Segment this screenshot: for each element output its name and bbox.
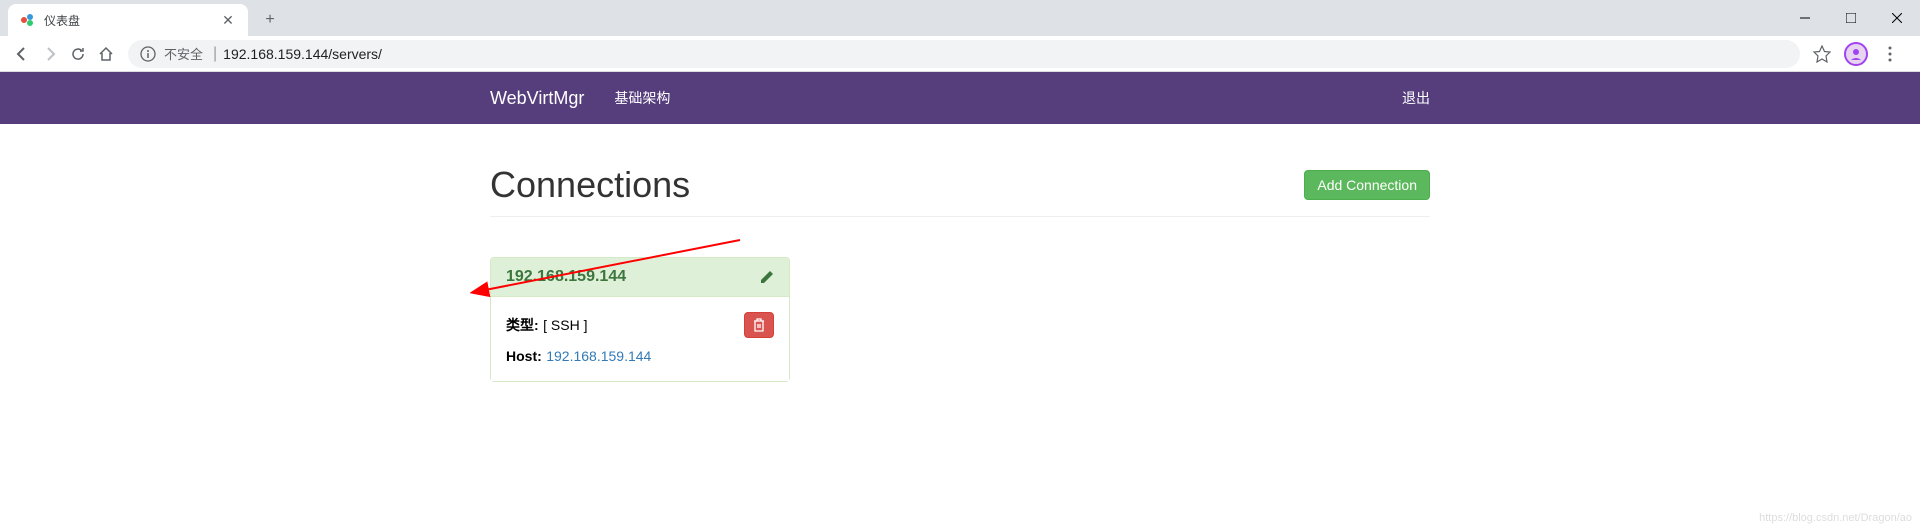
brand-logo[interactable]: WebVirtMgr	[475, 88, 599, 109]
tab-title: 仪表盘	[44, 12, 220, 29]
forward-button[interactable]	[36, 40, 64, 68]
tab-close-icon[interactable]: ✕	[220, 12, 236, 28]
nav-logout[interactable]: 退出	[1387, 88, 1445, 108]
connection-host-row: Host: 192.168.159.144	[506, 348, 774, 366]
address-bar[interactable]: 不安全 | 192.168.159.144/servers/	[128, 40, 1800, 68]
browser-toolbar: 不安全 | 192.168.159.144/servers/	[0, 36, 1920, 72]
minimize-icon[interactable]	[1782, 3, 1828, 33]
watermark: https://blog.csdn.net/Dragon/ao	[1759, 512, 1912, 524]
address-url: 192.168.159.144/servers/	[223, 46, 382, 62]
page-title: Connections	[490, 164, 690, 206]
main-container: Connections Add Connection 192.168.159.1…	[475, 124, 1445, 382]
app-navbar: WebVirtMgr 基础架构 退出	[0, 72, 1920, 124]
profile-avatar[interactable]	[1844, 42, 1868, 66]
home-button[interactable]	[92, 40, 120, 68]
connection-type-row: 类型: [ SSH ]	[506, 312, 774, 338]
info-icon	[140, 46, 156, 62]
type-value: [ SSH ]	[543, 317, 587, 333]
host-label: Host:	[506, 348, 542, 364]
nav-infrastructure[interactable]: 基础架构	[599, 88, 685, 108]
host-value[interactable]: 192.168.159.144	[546, 348, 651, 364]
browser-tab[interactable]: 仪表盘 ✕	[8, 4, 248, 36]
connection-panel-body: 类型: [ SSH ] Host: 192.168.159.144	[491, 297, 789, 381]
insecure-label: 不安全	[164, 44, 203, 63]
address-separator: |	[213, 45, 217, 63]
delete-button[interactable]	[744, 312, 774, 338]
add-connection-button[interactable]: Add Connection	[1304, 170, 1430, 200]
browser-tab-bar: 仪表盘 ✕ +	[0, 0, 1920, 36]
edit-icon[interactable]	[760, 270, 774, 284]
close-window-icon[interactable]	[1874, 3, 1920, 33]
tab-favicon-icon	[20, 12, 36, 28]
type-label: 类型:	[506, 317, 539, 333]
window-controls	[1782, 0, 1920, 36]
new-tab-button[interactable]: +	[256, 6, 284, 34]
maximize-icon[interactable]	[1828, 3, 1874, 33]
trash-icon	[753, 318, 765, 332]
connection-panel: 192.168.159.144 类型: [ SSH ] Host:	[490, 257, 790, 382]
back-button[interactable]	[8, 40, 36, 68]
reload-button[interactable]	[64, 40, 92, 68]
connection-name[interactable]: 192.168.159.144	[506, 268, 626, 286]
page-header: Connections Add Connection	[490, 124, 1430, 217]
connection-panel-heading: 192.168.159.144	[491, 258, 789, 297]
browser-menu-icon[interactable]	[1876, 40, 1904, 68]
bookmark-star-icon[interactable]	[1808, 40, 1836, 68]
